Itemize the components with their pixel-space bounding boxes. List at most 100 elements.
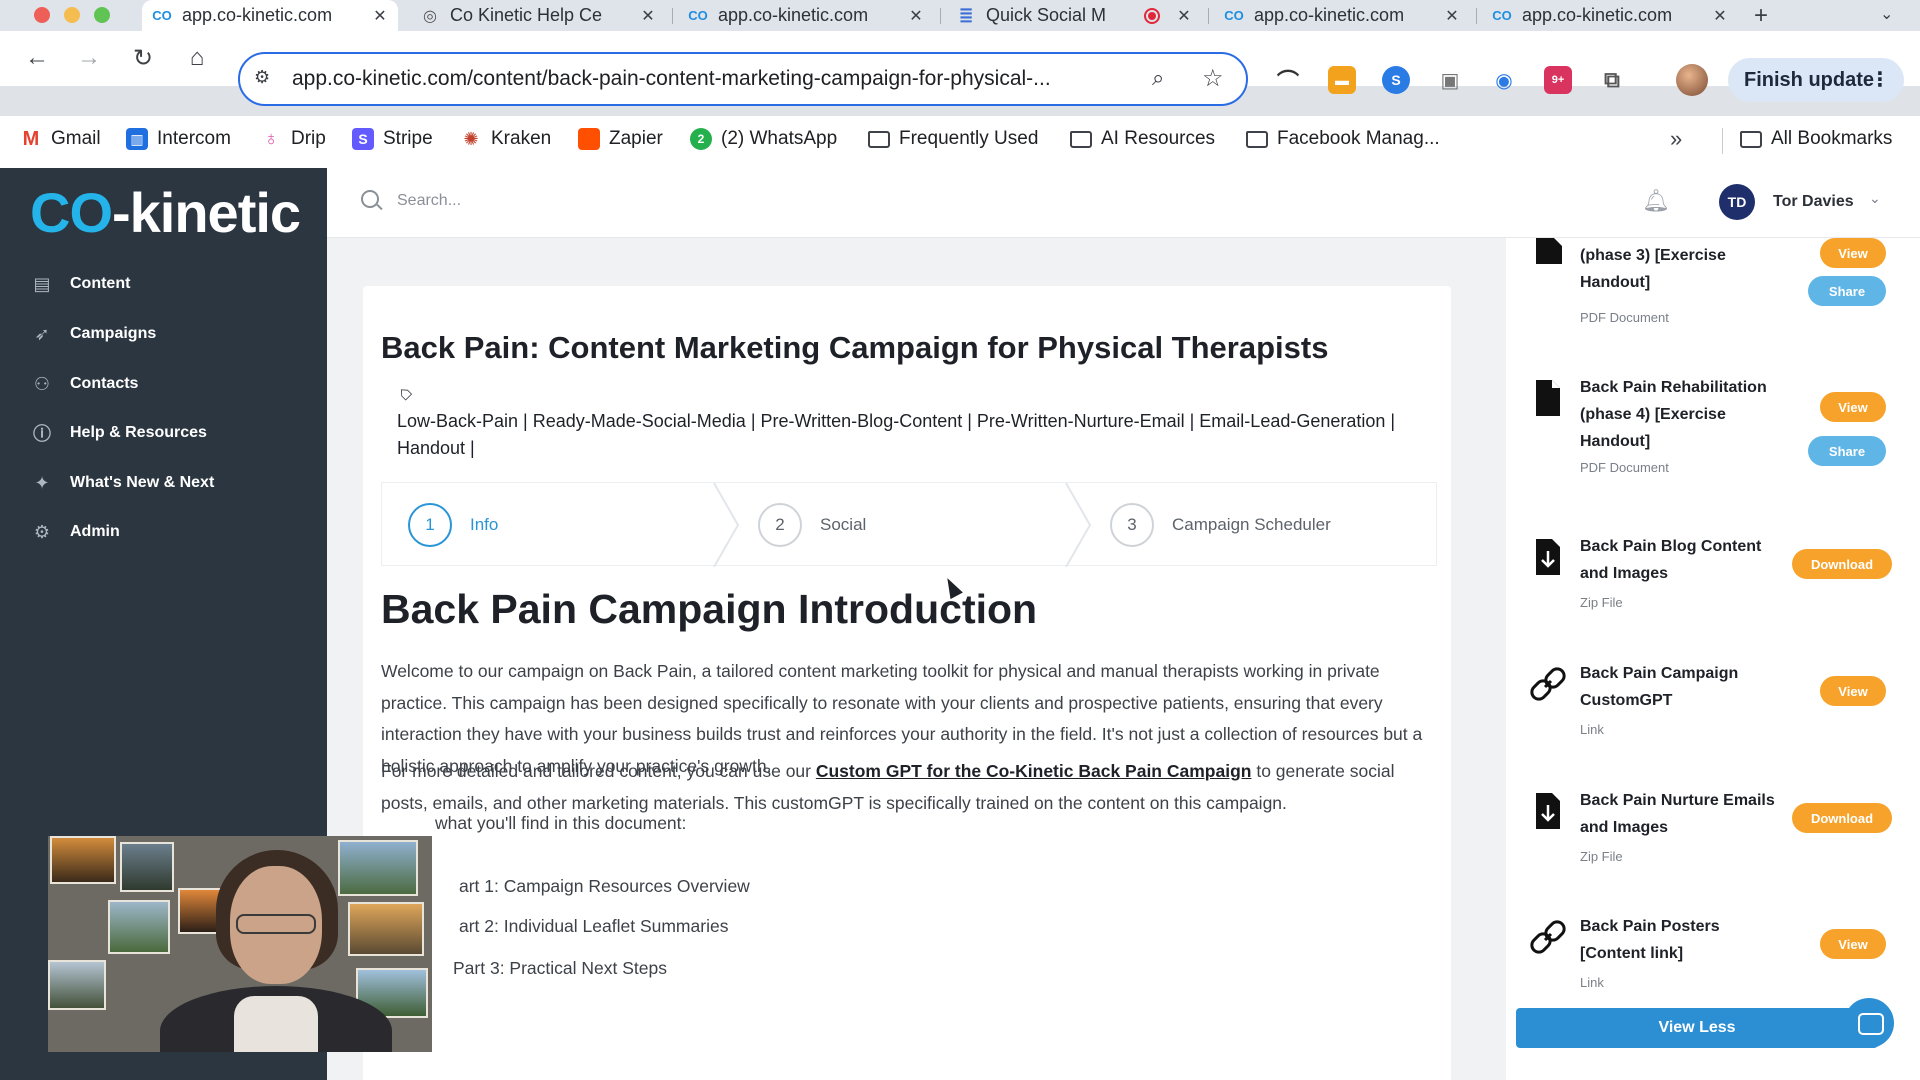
wall-photo: [108, 900, 170, 954]
bookmarks-overflow-icon[interactable]: »: [1670, 126, 1682, 152]
url-text[interactable]: app.co-kinetic.com/content/back-pain-con…: [292, 67, 1051, 91]
sidebar-item-contacts[interactable]: ⚇ Contacts: [30, 372, 139, 396]
bookmark-gmail[interactable]: M Gmail: [20, 128, 101, 150]
home-icon[interactable]: ⌂: [180, 41, 214, 75]
recording-icon: [1144, 7, 1160, 24]
download-button[interactable]: Download: [1792, 549, 1892, 579]
rocket-icon: ➶: [34, 323, 50, 344]
browser-profile-avatar[interactable]: [1676, 64, 1708, 96]
document-contents-intro: what you'll find in this document:: [435, 813, 687, 833]
sidebar-item-campaigns[interactable]: ➶ Campaigns: [30, 322, 156, 346]
sidebar-item-whats-new[interactable]: ✦ What's New & Next: [30, 471, 214, 495]
sidebar-item-content[interactable]: ▤ Content: [30, 272, 130, 296]
close-icon[interactable]: ✕: [640, 6, 656, 26]
extension-camera-icon[interactable]: ▣: [1436, 66, 1464, 94]
step-social[interactable]: 2 Social: [758, 503, 866, 547]
wall-photo: [338, 840, 418, 896]
chat-support-icon[interactable]: [1844, 998, 1894, 1048]
share-button[interactable]: Share: [1808, 436, 1886, 466]
search-input[interactable]: [397, 186, 897, 216]
view-button[interactable]: View: [1820, 392, 1886, 422]
bookmark-drip[interactable]: ♁ Drip: [260, 128, 326, 150]
bookmark-folder-ai-resources[interactable]: AI Resources: [1070, 128, 1215, 150]
close-icon[interactable]: ✕: [908, 6, 924, 26]
page-title: Back Pain: Content Marketing Campaign fo…: [381, 330, 1329, 365]
bookmarks-bar: M Gmail ▥ Intercom ♁ Drip S Stripe ✺ Kra…: [0, 116, 1920, 168]
reload-icon[interactable]: ↻: [126, 41, 160, 75]
link-icon: [1530, 667, 1566, 701]
window-close-button[interactable]: [34, 7, 50, 23]
extension-slides-icon[interactable]: ▬: [1328, 66, 1356, 94]
view-button[interactable]: View: [1820, 929, 1886, 959]
window-maximize-button[interactable]: [94, 7, 110, 23]
folder-icon: [1246, 130, 1268, 148]
tab-search-chevron-icon[interactable]: ⌄: [1880, 4, 1893, 24]
bookmark-folder-facebook[interactable]: Facebook Manag...: [1246, 128, 1440, 150]
extension-badge-icon[interactable]: 9+: [1544, 66, 1572, 94]
browser-tab[interactable]: CO app.co-kinetic.com ✕: [1482, 0, 1738, 31]
view-button[interactable]: View: [1820, 676, 1886, 706]
app-top-bar: 🔔︎ TD Tor Davies ⌄: [327, 168, 1920, 238]
link-icon: [1530, 920, 1566, 954]
pdf-icon: [1536, 380, 1560, 416]
forward-arrow-icon[interactable]: →: [72, 41, 106, 75]
browser-tab[interactable]: ≣ Quick Social M ✕: [946, 0, 1202, 31]
share-button[interactable]: Share: [1808, 276, 1886, 306]
glasses: [236, 914, 316, 934]
co-kinetic-favicon-icon: CO: [152, 8, 172, 23]
site-settings-icon[interactable]: ⚙: [254, 67, 270, 88]
bookmark-star-icon[interactable]: ☆: [1202, 64, 1224, 93]
extensions-puzzle-icon[interactable]: ⧉: [1598, 66, 1626, 94]
campaign-content-card: Back Pain: Content Marketing Campaign fo…: [363, 286, 1451, 1080]
extension-sync-icon[interactable]: S: [1382, 66, 1410, 94]
bookmark-intercom[interactable]: ▥ Intercom: [126, 128, 231, 150]
back-arrow-icon[interactable]: ←: [20, 41, 54, 75]
tab-divider: [1476, 8, 1477, 24]
custom-gpt-link[interactable]: Custom GPT for the Co-Kinetic Back Pain …: [816, 761, 1252, 781]
bookmark-folder-frequently-used[interactable]: Frequently Used: [868, 128, 1038, 150]
browser-tab[interactable]: CO app.co-kinetic.com ✕: [1214, 0, 1470, 31]
browser-tab[interactable]: CO app.co-kinetic.com ✕: [678, 0, 934, 31]
download-button[interactable]: Download: [1792, 803, 1892, 833]
new-tab-button[interactable]: +: [1754, 2, 1768, 30]
webcam-overlay: [48, 836, 432, 1052]
user-name[interactable]: Tor Davies: [1773, 193, 1854, 211]
close-icon[interactable]: ✕: [1176, 6, 1192, 26]
tab-divider: [672, 8, 673, 24]
sidebar-item-admin[interactable]: ⚙ Admin: [30, 520, 120, 544]
sidebar-item-help[interactable]: ⓘ Help & Resources: [30, 421, 207, 445]
tag-icon: ⌂: [392, 381, 417, 406]
address-bar[interactable]: ⚙ app.co-kinetic.com/content/back-pain-c…: [238, 52, 1248, 106]
step-campaign-scheduler[interactable]: 3 Campaign Scheduler: [1110, 503, 1331, 547]
view-button[interactable]: View: [1820, 238, 1886, 268]
step-separator-arrow: [713, 483, 740, 567]
bookmark-whatsapp[interactable]: 2 (2) WhatsApp: [690, 128, 837, 150]
extension-shield-icon[interactable]: ◉: [1490, 66, 1518, 94]
close-icon[interactable]: ✕: [1712, 6, 1728, 26]
extension-arc-icon[interactable]: ⌒: [1274, 66, 1302, 94]
browser-tab[interactable]: ◎ Co Kinetic Help Ce ✕: [410, 0, 666, 31]
download-file-icon: [1536, 539, 1560, 575]
browser-tab[interactable]: CO app.co-kinetic.com ✕: [142, 0, 398, 31]
window-minimize-button[interactable]: [64, 7, 80, 23]
finish-update-button[interactable]: Finish update ⋮: [1728, 58, 1904, 102]
close-icon[interactable]: ✕: [1444, 6, 1460, 26]
view-less-button[interactable]: View Less: [1516, 1008, 1878, 1048]
close-icon[interactable]: ✕: [372, 6, 388, 26]
campaign-stepper: 1 Info 2 Social 3 Campaign Scheduler: [381, 482, 1437, 567]
bookmark-kraken[interactable]: ✺ Kraken: [460, 128, 551, 150]
chevron-down-icon[interactable]: ⌄: [1869, 190, 1881, 207]
user-avatar[interactable]: TD: [1719, 184, 1755, 220]
step-info[interactable]: 1 Info: [408, 503, 498, 547]
bookmark-all-bookmarks[interactable]: All Bookmarks: [1740, 128, 1892, 150]
bell-icon[interactable]: 🔔︎: [1642, 188, 1670, 214]
users-icon: ⚇: [33, 373, 51, 394]
co-kinetic-logo[interactable]: CO-kinetic: [30, 180, 301, 245]
bookmark-stripe[interactable]: S Stripe: [352, 128, 433, 150]
main-content-area: 🔔︎ TD Tor Davies ⌄ Back Pain: Content Ma…: [327, 168, 1920, 1080]
sparkle-icon: ✦: [34, 472, 50, 493]
zoom-icon[interactable]: ⌕: [1152, 65, 1164, 91]
bookmark-zapier[interactable]: Zapier: [578, 128, 663, 150]
zapier-icon: [578, 128, 600, 150]
search-icon: [361, 190, 379, 208]
